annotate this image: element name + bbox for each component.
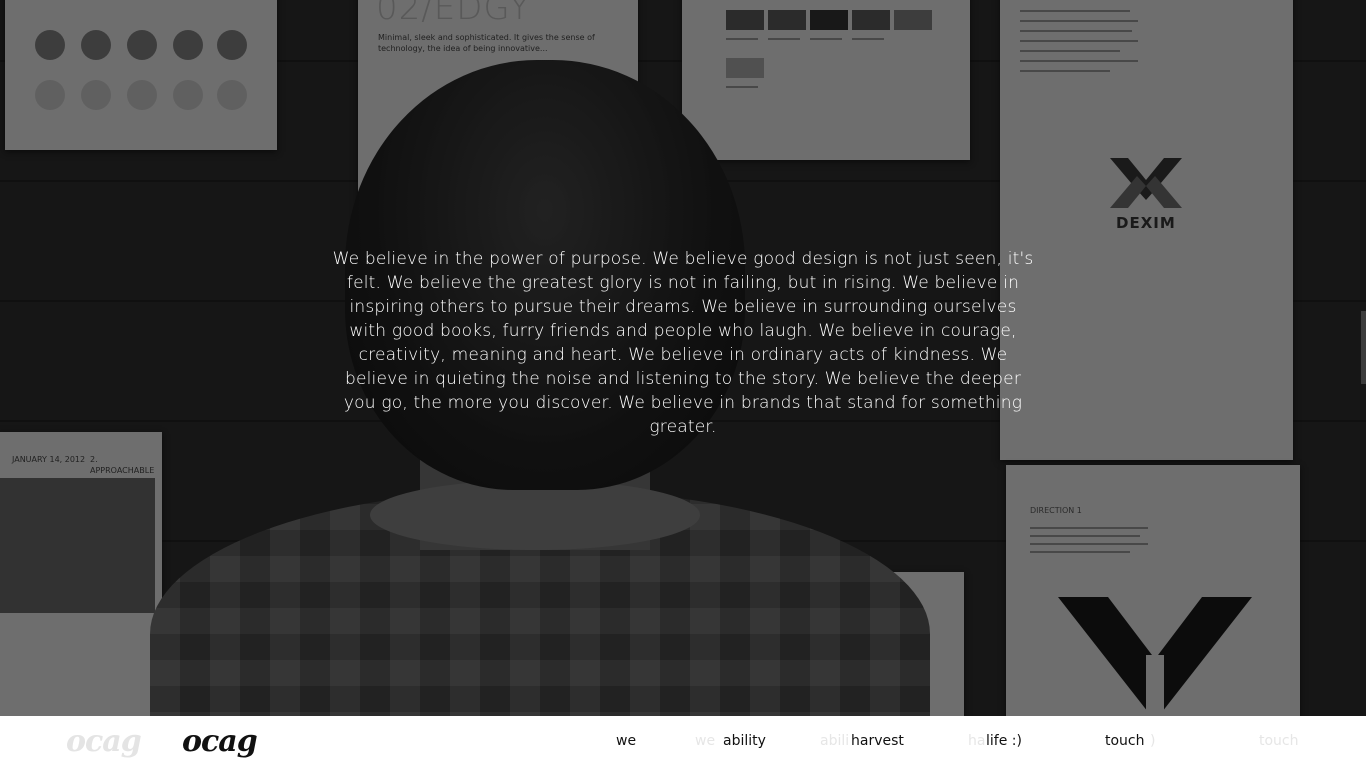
nav-link-life[interactable]: life :) <box>986 732 1022 750</box>
nav-ghost-harvest: ha <box>968 733 986 749</box>
hero-background: 02/EDGY Minimal, sleek and sophisticated… <box>0 0 1366 716</box>
nav-ghost-life: ) <box>1150 733 1156 749</box>
nav-ghost-ability: abili <box>820 733 850 749</box>
nav-link-touch[interactable]: touch <box>1105 732 1145 750</box>
brand-logo[interactable]: ocag <box>182 722 258 762</box>
nav-link-ability[interactable]: ability <box>723 732 766 750</box>
brand-logo-ghost: ocag <box>66 724 142 759</box>
nav-ghost-we: we <box>695 733 716 749</box>
footer-nav-bar: ocag ocag we abili ha ) touch we ability… <box>0 716 1366 768</box>
nav-link-harvest[interactable]: harvest <box>851 732 904 750</box>
scrollbar-thumb[interactable] <box>1361 311 1366 384</box>
manifesto-text: We believe in the power of purpose. We b… <box>332 249 1034 437</box>
nav-link-we[interactable]: we <box>616 732 636 750</box>
nav-ghost-touch: touch <box>1259 733 1299 749</box>
